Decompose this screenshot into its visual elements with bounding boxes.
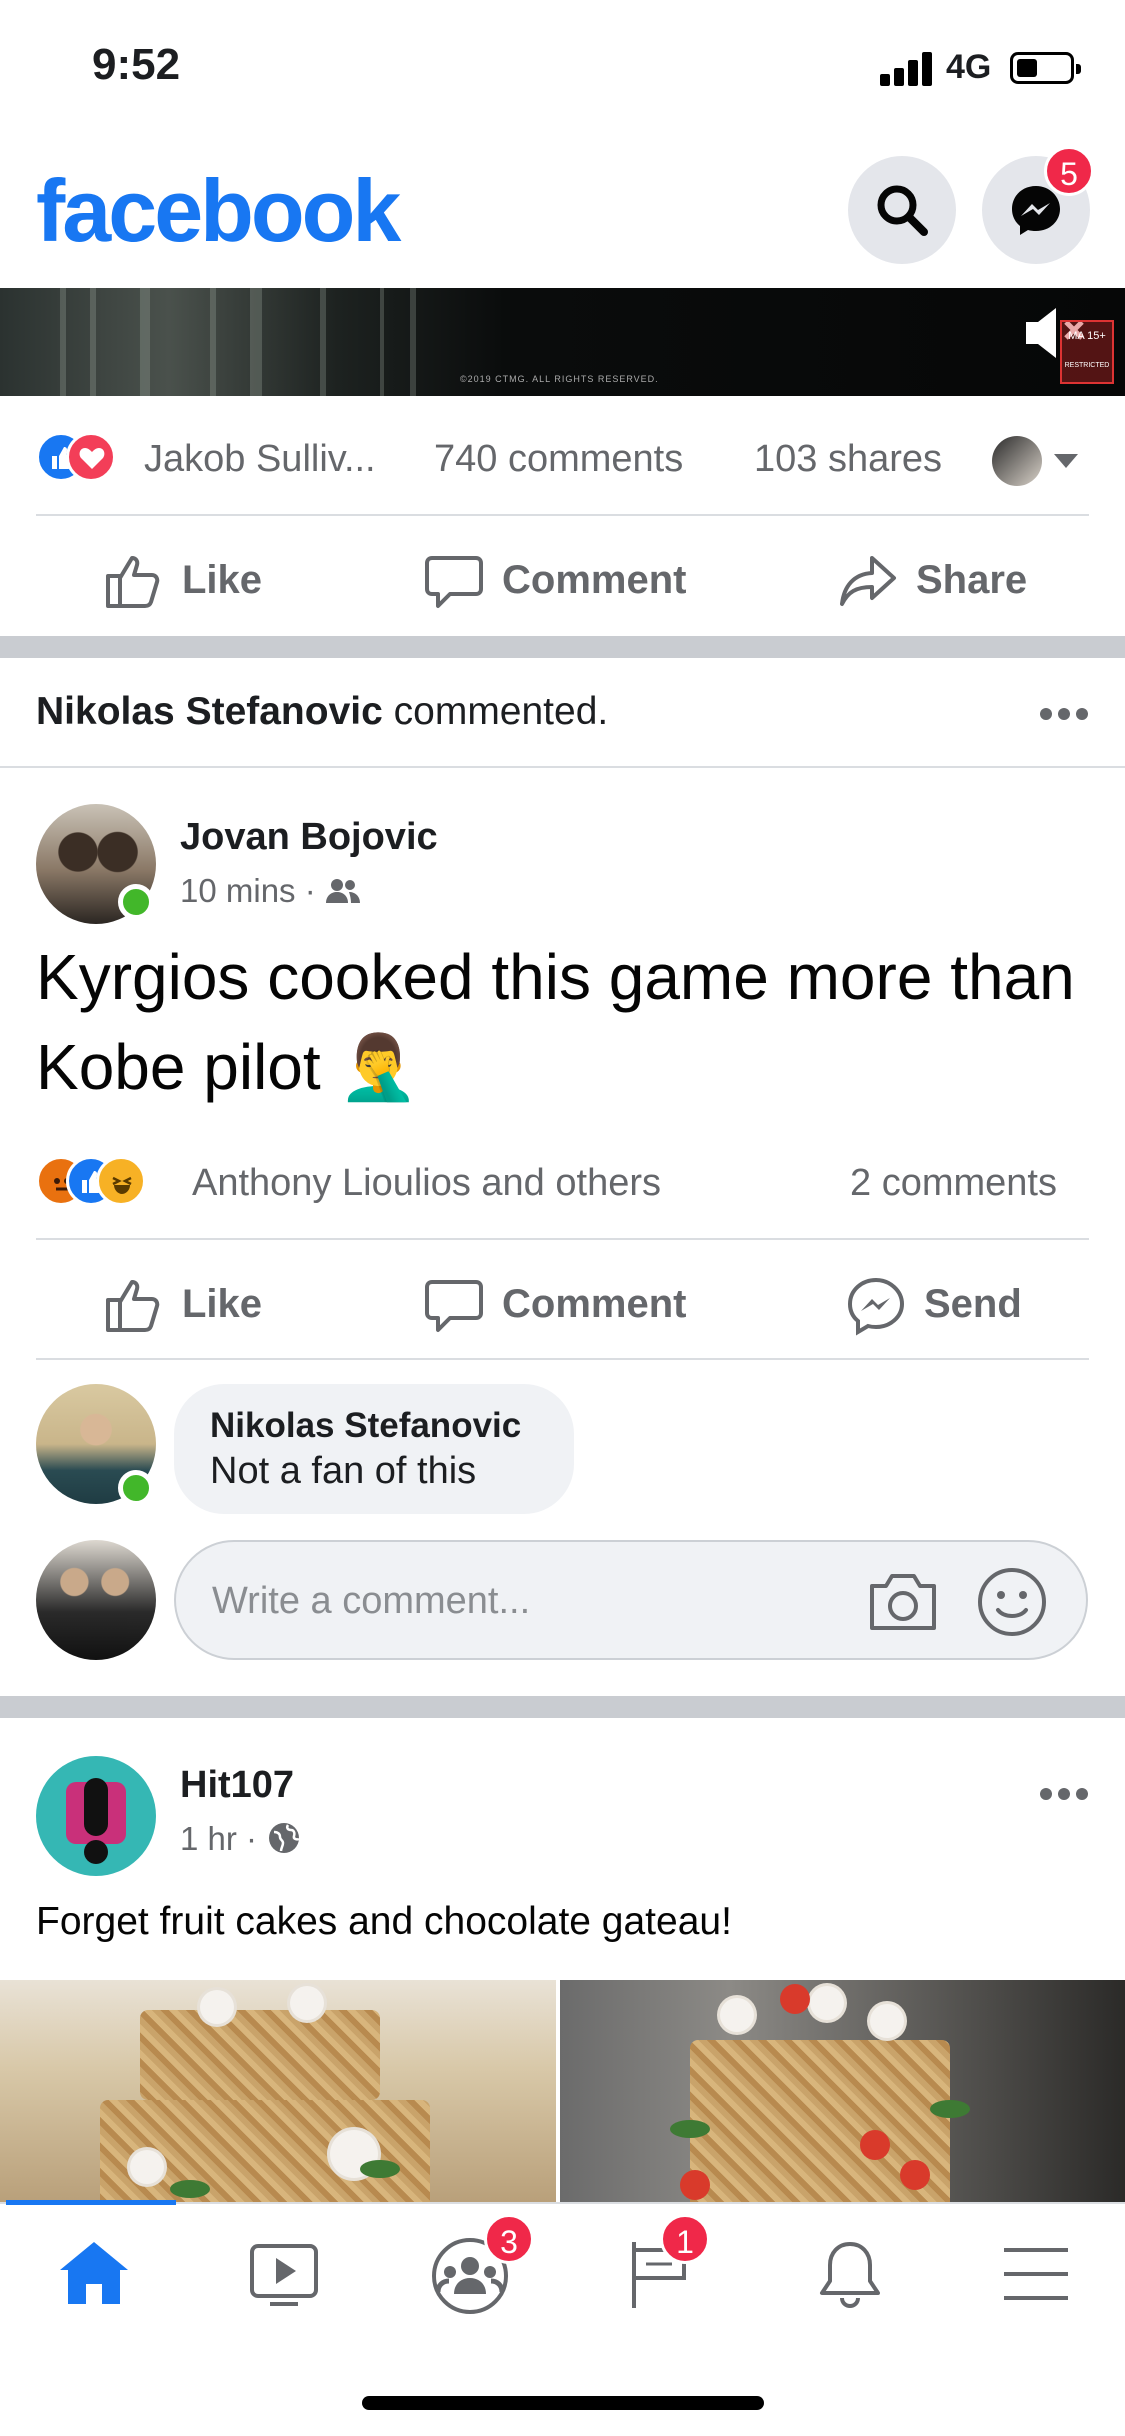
comment-icon	[425, 556, 483, 608]
current-user-avatar[interactable]	[36, 1540, 156, 1660]
like-button[interactable]: Like	[104, 1270, 284, 1340]
emoji-icon[interactable]	[976, 1566, 1048, 1638]
groups-badge: 3	[484, 2214, 534, 2264]
battery-icon	[1010, 52, 1081, 84]
messenger-badge: 5	[1044, 146, 1094, 196]
globe-icon	[269, 1823, 300, 1853]
comment-input[interactable]	[212, 1566, 812, 1636]
home-indicator	[362, 2396, 764, 2410]
bell-icon	[820, 2242, 880, 2309]
thumbs-up-icon	[106, 556, 160, 608]
camera-icon[interactable]	[866, 1570, 940, 1634]
share-count[interactable]: 103 shares	[754, 438, 942, 481]
post2-summary: Anthony Lioulios and others 2 comments	[36, 1152, 1089, 1212]
tab-home[interactable]	[36, 2230, 146, 2320]
share-icon	[840, 556, 896, 606]
comment-box[interactable]	[174, 1540, 1088, 1660]
post-photos[interactable]	[0, 1980, 1125, 2202]
search-icon	[877, 185, 928, 236]
tab-notifications[interactable]	[792, 2230, 902, 2320]
thumbs-up-icon	[106, 1280, 160, 1332]
story-verb: commented.	[393, 690, 609, 733]
comment-button[interactable]: Comment	[424, 1270, 714, 1340]
more-options-icon[interactable]	[1040, 704, 1100, 724]
like-label: Like	[182, 1282, 263, 1326]
clock: 9:52	[92, 40, 181, 89]
post-author[interactable]: Jovan Bojovic	[180, 816, 438, 859]
share-button[interactable]: Share	[838, 546, 1068, 616]
search-button[interactable]	[848, 156, 956, 264]
cake-photo-1[interactable]	[0, 1980, 556, 2202]
menu-icon	[1004, 2248, 1068, 2300]
post-text: Forget fruit cakes and chocolate gateau!	[36, 1900, 732, 1943]
reaction-names[interactable]: Jakob Sulliv...	[144, 438, 376, 481]
pages-badge: 1	[660, 2214, 710, 2264]
messenger-send-icon	[847, 1277, 905, 1336]
share-label: Share	[916, 558, 1028, 602]
network-type: 4G	[946, 48, 992, 86]
post-time[interactable]: 10 mins	[180, 872, 296, 909]
post1-summary: Jakob Sulliv... 740 comments 103 shares	[36, 428, 1089, 488]
home-icon	[60, 2242, 128, 2304]
rating-sub: RESTRICTED	[1064, 362, 1110, 369]
tab-watch[interactable]	[226, 2230, 336, 2320]
comment-text: Not a fan of this	[210, 1450, 477, 1492]
page-name[interactable]: Hit107	[180, 1764, 294, 1807]
love-reaction-icon	[66, 432, 116, 482]
video-player[interactable]: ©2019 CTMG. ALL RIGHTS RESERVED.	[0, 288, 1125, 396]
post-meta: 1 hr ·	[180, 1820, 302, 1858]
comment-author[interactable]: Nikolas Stefanovic	[210, 1406, 521, 1446]
active-tab-indicator	[6, 2200, 176, 2205]
status-bar: 9:52 4G	[0, 0, 1125, 140]
comment-label: Comment	[502, 558, 687, 602]
comment-bubble[interactable]: Nikolas Stefanovic Not a fan of this	[174, 1384, 574, 1514]
reaction-names[interactable]: Anthony Lioulios and others	[192, 1162, 661, 1205]
story-header: Nikolas Stefanovic commented.	[36, 690, 608, 734]
online-indicator	[118, 884, 154, 920]
comment-button[interactable]: Comment	[424, 546, 714, 616]
tab-menu[interactable]	[978, 2230, 1088, 2320]
signal-icon	[880, 50, 936, 86]
like-button[interactable]: Like	[104, 546, 284, 616]
chevron-down-icon[interactable]	[1052, 452, 1080, 470]
video-icon	[250, 2244, 318, 2306]
comment-count[interactable]: 2 comments	[850, 1162, 1057, 1205]
online-indicator	[118, 1470, 154, 1506]
post-meta: 10 mins ·	[180, 872, 361, 910]
send-button[interactable]: Send	[846, 1270, 1076, 1340]
video-copyright: ©2019 CTMG. ALL RIGHTS RESERVED.	[460, 374, 659, 384]
comment-label: Comment	[502, 1282, 687, 1326]
post-text: Kyrgios cooked this game more than Kobe …	[36, 941, 1075, 1103]
post-time[interactable]: 1 hr	[180, 1820, 237, 1857]
haha-reaction-icon	[96, 1156, 146, 1206]
comment-icon	[425, 1280, 483, 1332]
viewer-avatar[interactable]	[992, 436, 1042, 486]
more-options-icon[interactable]	[1040, 1784, 1100, 1804]
content-rating-badge: MA 15+ RESTRICTED	[1060, 320, 1114, 384]
send-label: Send	[924, 1282, 1022, 1326]
rating-label: MA 15+	[1068, 330, 1106, 342]
page-avatar[interactable]	[36, 1756, 156, 1876]
like-label: Like	[182, 558, 263, 602]
hit107-logo-icon	[66, 1778, 126, 1864]
facebook-logo[interactable]: facebook	[36, 160, 401, 262]
friends-icon	[325, 879, 360, 903]
story-actor[interactable]: Nikolas Stefanovic	[36, 690, 383, 733]
comment-count[interactable]: 740 comments	[434, 438, 683, 481]
cake-photo-2[interactable]	[560, 1980, 1125, 2202]
